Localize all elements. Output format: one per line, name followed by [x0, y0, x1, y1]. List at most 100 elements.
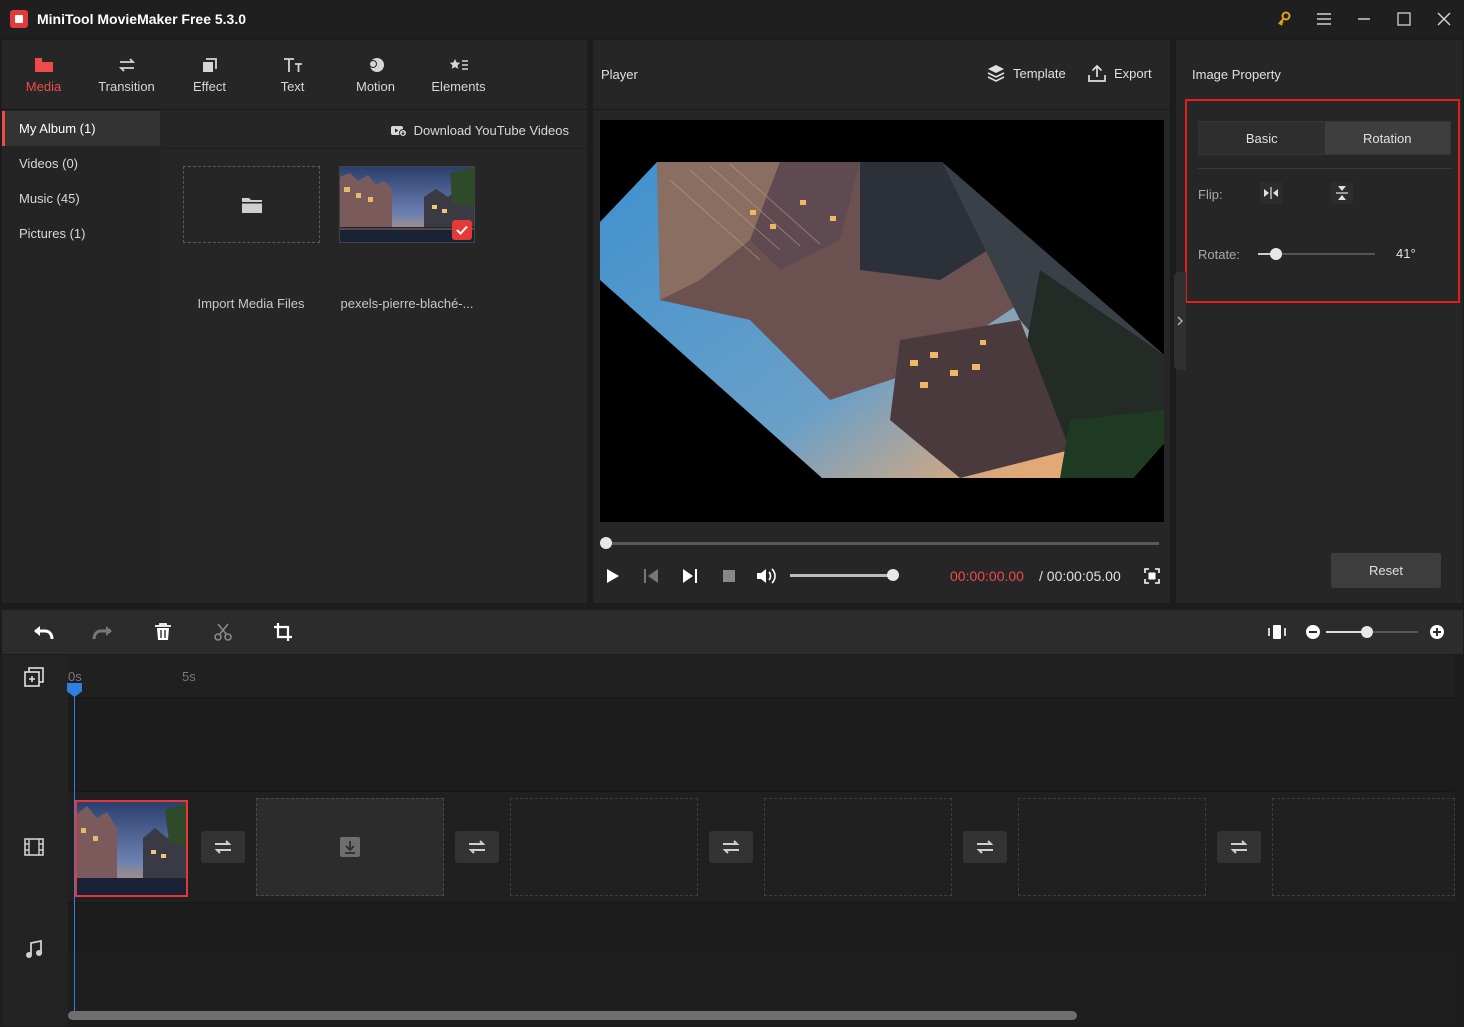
media-library: Download YouTube Videos Import Media Fil…: [162, 111, 587, 603]
nav-text[interactable]: Text: [251, 40, 334, 110]
empty-slot[interactable]: [1272, 798, 1455, 896]
import-media-button[interactable]: [183, 166, 320, 243]
tab-basic[interactable]: Basic: [1199, 122, 1325, 154]
zoom-in-icon[interactable]: [1425, 621, 1449, 643]
effect-icon: [202, 57, 217, 72]
media-thumbnail[interactable]: [339, 166, 475, 243]
export-button[interactable]: Export: [1088, 64, 1152, 82]
menu-icon[interactable]: [1304, 0, 1344, 37]
folder-icon: [34, 57, 53, 72]
split-icon[interactable]: [211, 621, 235, 643]
empty-slot[interactable]: [510, 798, 698, 896]
motion-icon: [368, 57, 384, 72]
previous-frame-icon[interactable]: [643, 564, 659, 588]
album-item-my-album[interactable]: My Album (1): [2, 111, 160, 146]
timeline-toolbar: [2, 610, 1463, 654]
top-navigation: Media Transition Effect Text Motion Elem…: [2, 40, 587, 110]
elements-icon: [449, 58, 468, 70]
current-time: 00:00:00.00: [950, 568, 1024, 584]
progress-handle[interactable]: [600, 537, 612, 549]
zoom-out-icon[interactable]: [1301, 621, 1325, 643]
volume-icon[interactable]: [756, 564, 778, 588]
progress-track[interactable]: [606, 542, 1159, 545]
key-icon[interactable]: [1264, 0, 1304, 37]
template-label: Template: [1013, 65, 1066, 81]
export-label: Export: [1114, 65, 1152, 81]
text-icon: [283, 57, 302, 72]
video-track: [2, 791, 1455, 902]
player-title: Player: [601, 67, 638, 82]
ruler-label-5s: 5s: [182, 669, 196, 684]
upload-icon: [1088, 64, 1106, 82]
album-item-pictures[interactable]: Pictures (1): [2, 216, 160, 251]
nav-label: Elements: [431, 78, 486, 94]
film-strip-icon: [22, 835, 46, 859]
nav-media[interactable]: Media: [2, 40, 85, 110]
maximize-icon[interactable]: [1384, 0, 1424, 37]
rotate-value: 41°: [1396, 246, 1416, 261]
drop-slot[interactable]: [256, 798, 444, 896]
nav-motion[interactable]: Motion: [334, 40, 417, 110]
template-button[interactable]: Template: [987, 64, 1066, 82]
transition-slot-icon[interactable]: [1217, 831, 1261, 863]
layers-icon: [987, 65, 1005, 82]
import-media-label: Import Media Files: [197, 296, 305, 311]
album-item-music[interactable]: Music (45): [2, 181, 160, 216]
zoom-handle[interactable]: [1361, 626, 1373, 638]
stop-icon[interactable]: [721, 564, 737, 588]
play-icon[interactable]: [605, 564, 621, 588]
album-sidebar: My Album (1) Videos (0) Music (45) Pictu…: [2, 111, 160, 603]
nav-label: Effect: [192, 78, 226, 94]
nav-transition[interactable]: Transition: [85, 40, 168, 110]
volume-slider[interactable]: [790, 574, 893, 577]
player-header: Player Template Export: [593, 40, 1170, 110]
nav-label: Transition: [98, 78, 155, 94]
reset-button[interactable]: Reset: [1331, 553, 1441, 588]
music-note-icon: [22, 938, 46, 962]
property-title: Image Property: [1192, 67, 1281, 82]
empty-slot[interactable]: [1018, 798, 1206, 896]
transition-slot-icon[interactable]: [709, 831, 753, 863]
selected-check-icon: [452, 220, 472, 240]
flip-vertical-icon[interactable]: [1331, 182, 1353, 204]
transition-slot-icon[interactable]: [455, 831, 499, 863]
timeline-clip[interactable]: [75, 800, 188, 897]
youtube-download-icon: [390, 125, 407, 137]
download-youtube-link[interactable]: Download YouTube Videos: [390, 123, 569, 138]
rotate-handle[interactable]: [1270, 248, 1282, 260]
fullscreen-icon[interactable]: [1143, 564, 1161, 588]
transition-icon: [118, 57, 135, 72]
download-youtube-label: Download YouTube Videos: [413, 123, 569, 138]
tab-rotation[interactable]: Rotation: [1324, 122, 1450, 154]
crop-icon[interactable]: [271, 621, 295, 643]
minimize-icon[interactable]: [1344, 0, 1384, 37]
add-track-icon[interactable]: [22, 665, 46, 689]
next-frame-icon[interactable]: [682, 564, 698, 588]
transition-slot-icon[interactable]: [201, 831, 245, 863]
volume-handle[interactable]: [887, 569, 899, 581]
undo-icon[interactable]: [31, 621, 55, 643]
video-preview[interactable]: [600, 120, 1164, 522]
transition-slot-icon[interactable]: [963, 831, 1007, 863]
time-ruler[interactable]: 0s 5s: [68, 655, 1455, 698]
window-controls: [1264, 0, 1464, 37]
app-logo-icon: [10, 9, 28, 28]
fit-timeline-icon[interactable]: [1265, 621, 1289, 643]
nav-label: Media: [25, 78, 62, 94]
media-panel: Media Transition Effect Text Motion Elem…: [2, 40, 587, 603]
track-headers: [2, 655, 68, 1026]
drop-here-icon: [340, 837, 360, 857]
ruler-label-0s: 0s: [68, 669, 82, 684]
delete-icon[interactable]: [151, 621, 175, 643]
close-icon[interactable]: [1424, 0, 1464, 37]
redo-icon[interactable]: [91, 621, 115, 643]
nav-label: Motion: [355, 78, 396, 94]
empty-slot[interactable]: [764, 798, 952, 896]
album-item-videos[interactable]: Videos (0): [2, 146, 160, 181]
flip-horizontal-icon[interactable]: [1260, 182, 1282, 204]
horizontal-scrollbar[interactable]: [68, 1011, 1077, 1020]
collapse-panel-handle[interactable]: [1174, 272, 1186, 370]
nav-effect[interactable]: Effect: [168, 40, 251, 110]
nav-elements[interactable]: Elements: [417, 40, 500, 110]
image-property-panel: Image Property Basic Rotation Flip: Rota…: [1176, 40, 1463, 603]
